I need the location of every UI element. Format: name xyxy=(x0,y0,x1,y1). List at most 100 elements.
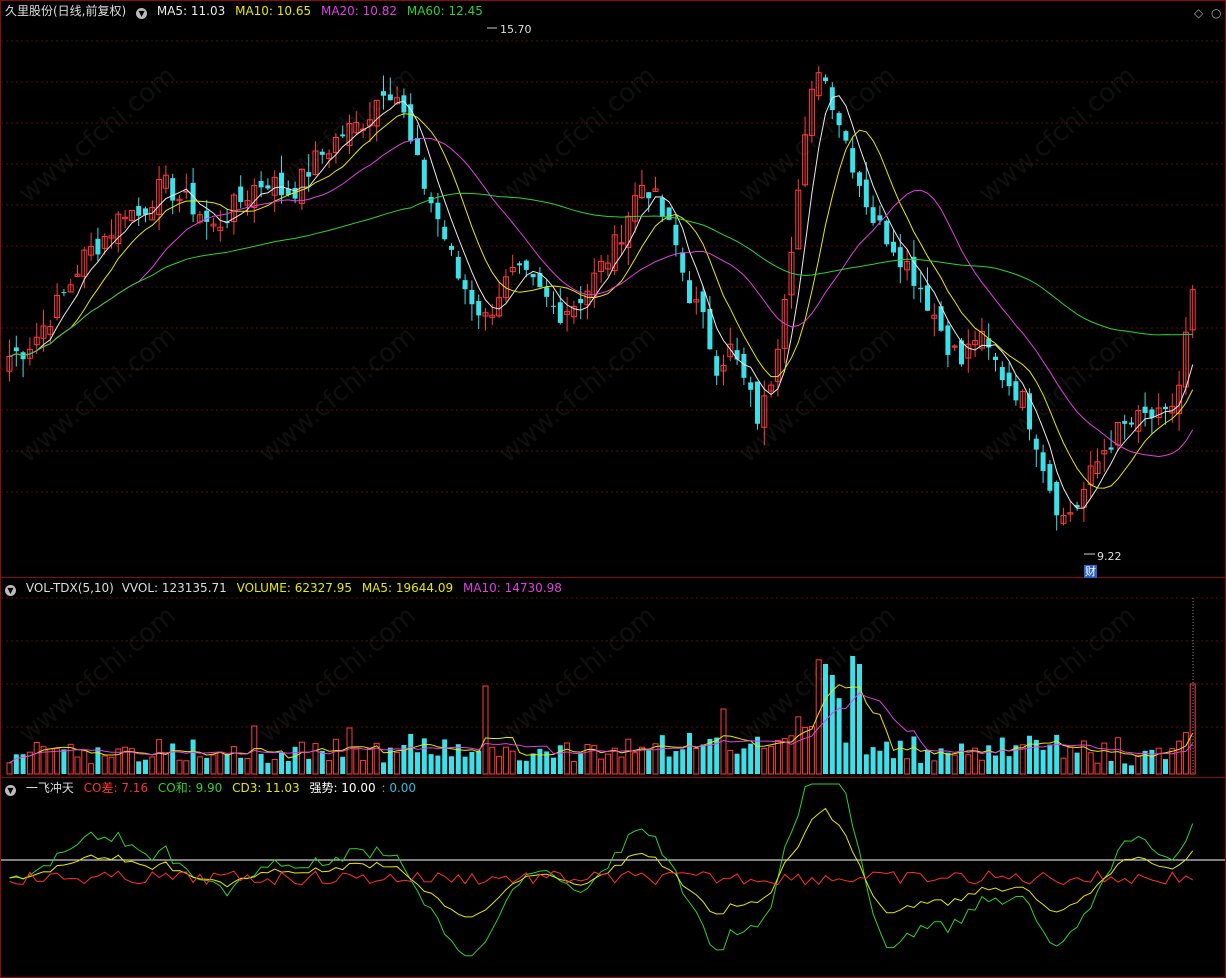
volume-bar-up xyxy=(6,762,13,775)
candle-body-down xyxy=(449,245,454,250)
volume-bar-up xyxy=(931,760,938,775)
settings-icon[interactable]: ▼ xyxy=(5,585,16,596)
volume-bar-up xyxy=(108,756,115,775)
volume-bar-up xyxy=(1182,732,1189,775)
volume-bar-down xyxy=(897,740,903,774)
volume-bar-up xyxy=(509,750,516,775)
candle-body-down xyxy=(823,77,828,82)
volume-bar-down xyxy=(578,752,584,774)
volume-bar-down xyxy=(925,750,930,774)
volume-bar-down xyxy=(381,762,386,774)
indicator-panel[interactable]: ▼ 一飞冲天 CO差: 7.16 CO和: 9.90 CD3: 11.03 强势… xyxy=(0,778,1226,978)
candle-body-down xyxy=(1047,464,1053,491)
candle-body-down xyxy=(700,291,706,313)
volume-bar-down xyxy=(707,738,713,774)
volume-bar-down xyxy=(449,756,454,774)
candle-body-down xyxy=(1013,381,1019,401)
candle-body-down xyxy=(741,353,747,378)
volume-bar-up xyxy=(1080,740,1087,775)
candle-body-down xyxy=(523,260,529,270)
volume-bar-up xyxy=(176,759,183,775)
volume-bar-down xyxy=(95,747,101,774)
volume-bar-up xyxy=(604,753,611,775)
candle-body-down xyxy=(891,241,896,253)
candle-body-down xyxy=(578,298,584,304)
candle-body-down xyxy=(455,257,461,279)
volume-bar-down xyxy=(1149,749,1155,774)
volume-bar-up xyxy=(88,763,95,775)
circle-icon[interactable]: ○ xyxy=(1211,6,1221,20)
candle-body-down xyxy=(714,356,720,376)
candle-body-down xyxy=(897,247,903,268)
volume-bar-down xyxy=(285,761,291,774)
volume-bar-down xyxy=(170,743,176,774)
volume-bar-up xyxy=(1087,752,1094,775)
volume-bar-up xyxy=(693,747,700,775)
candle-body-down xyxy=(238,186,244,203)
candle-body-down xyxy=(1108,447,1114,450)
volume-bar-down xyxy=(306,758,312,774)
volume-bar-up xyxy=(162,753,169,775)
volume-bar-down xyxy=(1040,749,1046,774)
volume-bar-up xyxy=(1176,740,1183,775)
indicator-title: 一飞冲天 xyxy=(25,781,74,795)
volume-bar-up xyxy=(781,738,788,775)
volume-bar-down xyxy=(1108,760,1114,774)
volume-bar-down xyxy=(523,760,529,774)
volume-bar-down xyxy=(884,741,890,774)
volume-bar-down xyxy=(517,760,522,774)
volume-bar-up xyxy=(1060,757,1067,775)
volume-bar-down xyxy=(442,739,448,774)
ma10-label: MA10: 10.65 xyxy=(235,4,312,18)
diamond-icon[interactable]: ◇ xyxy=(1194,6,1203,20)
settings-icon[interactable]: ▼ xyxy=(136,8,148,19)
volume-bar-up xyxy=(346,727,353,775)
volume-bar-up xyxy=(1101,742,1108,775)
candle-body-down xyxy=(687,280,692,304)
settings-icon[interactable]: ▼ xyxy=(5,785,16,796)
candle-body-down xyxy=(544,287,550,297)
volume-bar-up xyxy=(951,754,958,775)
volume-bar-up xyxy=(625,738,632,775)
volume-bar-up xyxy=(1169,748,1176,775)
volume-bar-down xyxy=(857,664,862,774)
finance-marker[interactable]: 财 xyxy=(1084,565,1097,578)
volume-bar-down xyxy=(265,762,271,774)
volume-bar-up xyxy=(1067,746,1074,775)
volume-bar-down xyxy=(843,742,849,774)
volume-bar-up xyxy=(965,754,972,775)
volume-bar-down xyxy=(224,753,230,774)
volume-bar-up xyxy=(774,739,781,775)
volume-bar-down xyxy=(1047,744,1053,774)
volume-bar-down xyxy=(687,732,692,774)
volume-bar-up xyxy=(482,685,489,775)
volume-bar-down xyxy=(190,739,196,774)
volume-bar-up xyxy=(81,750,88,775)
volume-bar-up xyxy=(802,726,809,775)
co-he-line xyxy=(9,783,1194,957)
volume-bar-down xyxy=(666,756,672,774)
candle-body-down xyxy=(680,252,686,273)
volume-bar-up xyxy=(244,758,251,775)
indicator-chart[interactable] xyxy=(1,778,1225,976)
volume-bar-down xyxy=(340,756,346,774)
candle-body-down xyxy=(530,273,536,278)
volume-bar-down xyxy=(1033,739,1039,774)
volume-bar-up xyxy=(618,756,625,775)
vvol-label: VVOL: 123135.71 xyxy=(121,581,227,595)
volume-bar-down xyxy=(850,656,856,774)
volume-bar-up xyxy=(67,743,74,775)
volume-bar-up xyxy=(47,748,54,775)
volume-bar-up xyxy=(101,755,108,775)
volume-bar-down xyxy=(1122,763,1128,774)
volume-bar-up xyxy=(33,741,40,775)
candle-body-down xyxy=(136,205,142,216)
volume-bar-up xyxy=(496,755,503,775)
volume-bar-down xyxy=(292,746,298,774)
candle-body-down xyxy=(666,207,672,220)
candle-body-down xyxy=(1163,406,1168,410)
volume-bar-down xyxy=(204,757,210,774)
zero-label: : 0.00 xyxy=(381,781,417,795)
volume-bar-up xyxy=(353,748,360,775)
candle-body-down xyxy=(1040,452,1046,471)
